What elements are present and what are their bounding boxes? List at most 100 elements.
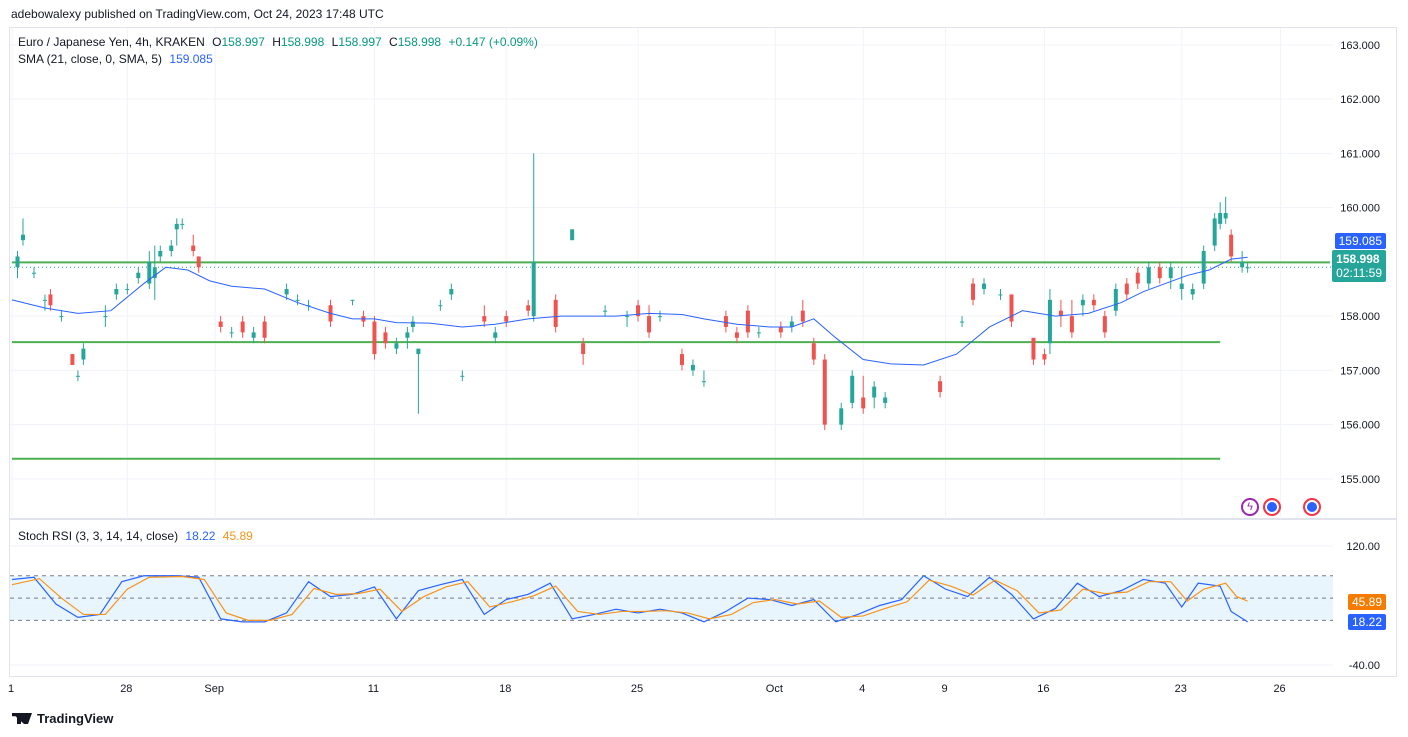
candle-body	[647, 316, 652, 333]
candle	[416, 348, 421, 414]
price-chart-panel[interactable]: 163.000162.000161.000160.000159.000158.0…	[9, 27, 1398, 520]
candle	[147, 251, 152, 289]
candle	[372, 316, 377, 360]
price-axis-tick-label: 156.000	[1340, 420, 1380, 432]
candle	[1102, 310, 1107, 338]
candle	[982, 278, 987, 295]
candle-body	[1212, 218, 1217, 246]
candle	[1042, 348, 1047, 365]
candle	[960, 316, 965, 327]
stoch-k-pill: 18.22	[1347, 614, 1386, 630]
published-text: adebowalexy published on TradingView.com…	[11, 7, 384, 21]
candle-body	[449, 288, 454, 295]
time-tick-label: 23	[1175, 683, 1187, 695]
candle	[1047, 288, 1052, 355]
candle	[493, 326, 498, 344]
candle	[410, 316, 415, 333]
candle	[839, 402, 844, 431]
time-axis[interactable]: 1 28 Sep 11 18 25 Oct 4 9 16 23 26	[8, 677, 1397, 699]
stoch-rsi-chart[interactable]: 120.0040.00-40.00	[10, 520, 1398, 678]
candle-body	[998, 294, 1003, 296]
candle	[229, 326, 234, 338]
candle	[553, 294, 558, 333]
candle-body	[1047, 299, 1052, 344]
candle	[778, 321, 783, 338]
candle-body	[581, 343, 586, 355]
candle	[75, 370, 80, 382]
candle	[938, 375, 943, 398]
candle	[152, 245, 157, 300]
time-tick-label: 11	[368, 683, 379, 695]
target-icon[interactable]	[1303, 498, 1321, 516]
candle-body	[284, 288, 289, 295]
candle-body	[756, 332, 761, 334]
symbol-legend: Euro / Japanese Yen, 4h, KRAKEN O158.997…	[18, 35, 542, 49]
candle	[1135, 267, 1140, 289]
candle-body	[103, 316, 108, 318]
candle	[125, 283, 130, 295]
candle-body	[460, 375, 465, 377]
candle-body	[872, 386, 877, 398]
stoch-axis-tick-label: -40.00	[1349, 660, 1380, 672]
sma-legend: SMA (21, close, 0, SMA, 5) 159.085	[18, 52, 217, 66]
candle	[690, 359, 695, 376]
sma-label[interactable]: SMA (21, close, 0, SMA, 5)	[18, 52, 162, 66]
candle-body	[169, 245, 174, 252]
candle	[625, 310, 630, 327]
candle	[603, 305, 608, 317]
candle-body	[70, 354, 75, 365]
candle-body	[960, 321, 965, 323]
candle	[449, 283, 454, 300]
candle-body	[971, 283, 976, 300]
price-axis-tick-label: 163.000	[1340, 40, 1380, 52]
candle	[136, 267, 141, 284]
candle	[262, 316, 267, 344]
candle-body	[75, 375, 80, 377]
candle-body	[180, 223, 185, 225]
candle	[15, 251, 20, 279]
candle	[1080, 294, 1085, 317]
price-chart[interactable]: 163.000162.000161.000160.000159.000158.0…	[10, 28, 1398, 520]
stoch-label[interactable]: Stoch RSI (3, 3, 14, 14, close)	[18, 529, 178, 543]
candle	[251, 326, 256, 344]
candle	[998, 288, 1003, 300]
candle-body	[42, 299, 47, 301]
candle-body	[20, 234, 25, 241]
candle	[526, 299, 531, 317]
candle-body	[982, 283, 987, 289]
time-tick-label: 26	[1273, 683, 1285, 695]
candle-body	[31, 272, 36, 274]
candle-body	[410, 321, 415, 327]
candle	[701, 370, 706, 387]
candle	[103, 305, 108, 327]
stoch-axis-tick-label: 120.00	[1346, 541, 1380, 553]
candle	[531, 153, 536, 322]
price-axis-tick-label: 162.000	[1340, 94, 1380, 106]
candle	[861, 375, 866, 414]
candle-body	[504, 316, 509, 322]
candle-body	[850, 375, 855, 403]
price-axis-tick-label: 158.000	[1340, 311, 1380, 323]
tradingview-logo[interactable]: TradingView	[12, 711, 113, 726]
candle	[1218, 202, 1223, 230]
candle	[1091, 294, 1096, 311]
candle	[482, 305, 487, 327]
stoch-k-value: 18.22	[185, 529, 216, 543]
candle-body	[811, 343, 816, 360]
symbol-title[interactable]: Euro / Japanese Yen, 4h, KRAKEN	[18, 35, 205, 49]
candle	[1113, 283, 1118, 317]
candle	[174, 218, 179, 246]
candle	[1229, 229, 1234, 262]
candle-body	[690, 364, 695, 371]
candle-body	[493, 332, 498, 338]
time-tick-label: Oct	[766, 683, 783, 695]
candle-body	[438, 305, 443, 307]
bar-countdown: 02:11:59	[1336, 266, 1382, 280]
globe-icon[interactable]	[1263, 498, 1281, 516]
lightning-icon[interactable]: ϟ	[1241, 498, 1259, 516]
candle	[405, 326, 410, 349]
candle	[158, 245, 163, 262]
stoch-rsi-panel[interactable]: 120.0040.00-40.00 Stoch RSI (3, 3, 14, 1…	[9, 519, 1397, 677]
candle-body	[416, 348, 421, 355]
candle	[745, 305, 750, 338]
